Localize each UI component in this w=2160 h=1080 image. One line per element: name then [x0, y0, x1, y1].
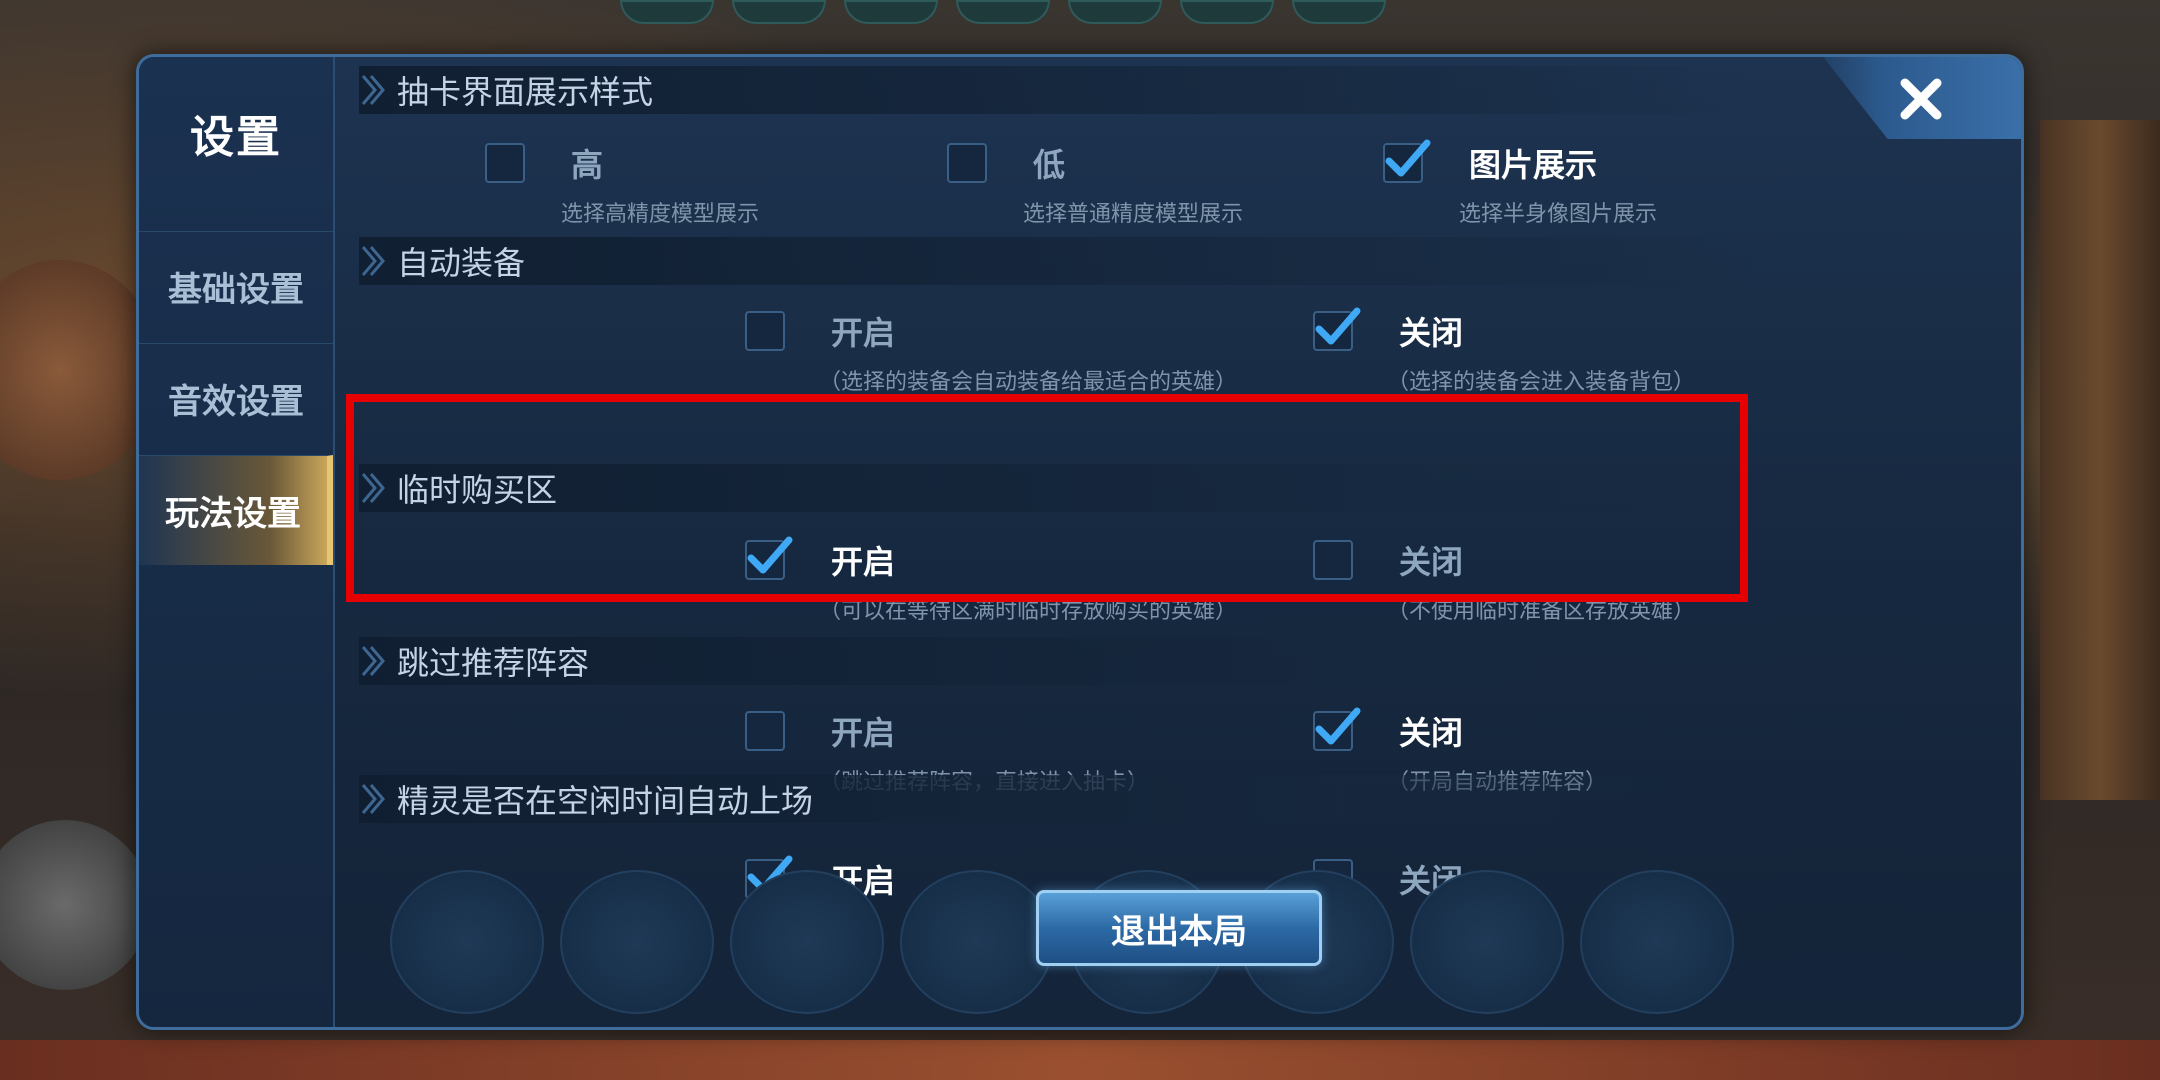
checkbox-high[interactable] [485, 143, 525, 183]
checkbox-temp-purchase-off[interactable] [1313, 540, 1353, 580]
section-header-skip-recommended-lineup: 跳过推荐阵容 [359, 637, 1759, 685]
chevron-right-icon [361, 473, 385, 503]
section-title: 临时购买区 [397, 471, 558, 509]
option-description: （不使用临时准备区存放英雄） [1387, 599, 1696, 624]
option-label: 关闭 [1399, 543, 1464, 581]
sidebar-item-basic-settings[interactable]: 基础设置 [139, 231, 333, 341]
option-temp-purchase-off[interactable]: 关闭 （不使用临时准备区存放英雄） [1313, 537, 1695, 625]
checkmark-icon [1315, 307, 1361, 345]
background-chest [2040, 120, 2160, 800]
section-header-auto-equip: 自动装备 [359, 237, 1759, 285]
option-temp-purchase-on[interactable]: 开启 （可以在等待区满时临时存放购买的英雄） [745, 536, 1238, 625]
option-auto-equip-on[interactable]: 开启 （选择的装备会自动装备给最适合的英雄） [745, 308, 1237, 396]
section-title: 抽卡界面展示样式 [397, 73, 654, 111]
settings-sidebar: 设置 基础设置 音效设置 玩法设置 [139, 57, 335, 1027]
option-description: （可以在等待区满时临时存放购买的英雄） [819, 599, 1238, 624]
section-header-sprite-auto-deploy: 精灵是否在空闲时间自动上场 [359, 775, 1759, 823]
option-high[interactable]: 高 选择高精度模型展示 [485, 140, 759, 228]
checkbox-skip-lineup-off[interactable] [1313, 707, 1361, 751]
section-header-card-display: 抽卡界面展示样式 [359, 66, 1759, 114]
checkmark-icon [1315, 707, 1361, 745]
settings-title: 设置 [190, 112, 282, 163]
option-label: 关闭 [1399, 314, 1464, 352]
sidebar-item-gameplay-settings[interactable]: 玩法设置 [139, 455, 333, 565]
background-decoration [0, 820, 150, 990]
section-title: 精灵是否在空闲时间自动上场 [397, 782, 814, 820]
checkbox-low[interactable] [947, 143, 987, 183]
section-title: 跳过推荐阵容 [397, 644, 590, 682]
checkbox-auto-equip-on[interactable] [745, 311, 785, 351]
option-label: 图片展示 [1469, 146, 1598, 184]
option-description: 选择半身像图片展示 [1459, 202, 1658, 227]
option-label: 关闭 [1399, 714, 1464, 752]
option-auto-equip-off[interactable]: 关闭 （选择的装备会进入装备背包） [1313, 307, 1696, 396]
section-header-temp-purchase-area: 临时购买区 [359, 464, 1759, 512]
background-board-edge [0, 1040, 2160, 1080]
option-description: （选择的装备会自动装备给最适合的英雄） [819, 370, 1238, 395]
checkbox-image-display[interactable] [1383, 139, 1431, 183]
option-low[interactable]: 低 选择普通精度模型展示 [947, 140, 1243, 228]
option-label: 开启 [831, 314, 896, 352]
option-description: 选择普通精度模型展示 [1023, 202, 1244, 227]
chevron-right-icon [361, 784, 385, 814]
section-title: 自动装备 [397, 244, 526, 282]
checkbox-skip-lineup-on[interactable] [745, 711, 785, 751]
option-label: 开启 [831, 714, 896, 752]
option-label: 高 [571, 146, 604, 184]
option-label: 开启 [831, 543, 896, 581]
checkbox-auto-equip-off[interactable] [1313, 307, 1361, 351]
option-label: 低 [1033, 146, 1066, 184]
option-description: 选择高精度模型展示 [561, 202, 760, 227]
checkmark-icon [747, 536, 793, 574]
sidebar-item-sound-settings[interactable]: 音效设置 [139, 343, 333, 453]
chevron-right-icon [361, 75, 385, 105]
chevron-right-icon [361, 646, 385, 676]
chevron-right-icon [361, 246, 385, 276]
option-image-display[interactable]: 图片展示 选择半身像图片展示 [1383, 139, 1658, 228]
background-top-discs [620, 0, 1520, 24]
exit-match-button[interactable]: 退出本局 [1036, 890, 1322, 966]
option-description: （选择的装备会进入装备背包） [1387, 370, 1696, 395]
checkmark-icon [1385, 139, 1431, 177]
checkbox-temp-purchase-on[interactable] [745, 536, 793, 580]
